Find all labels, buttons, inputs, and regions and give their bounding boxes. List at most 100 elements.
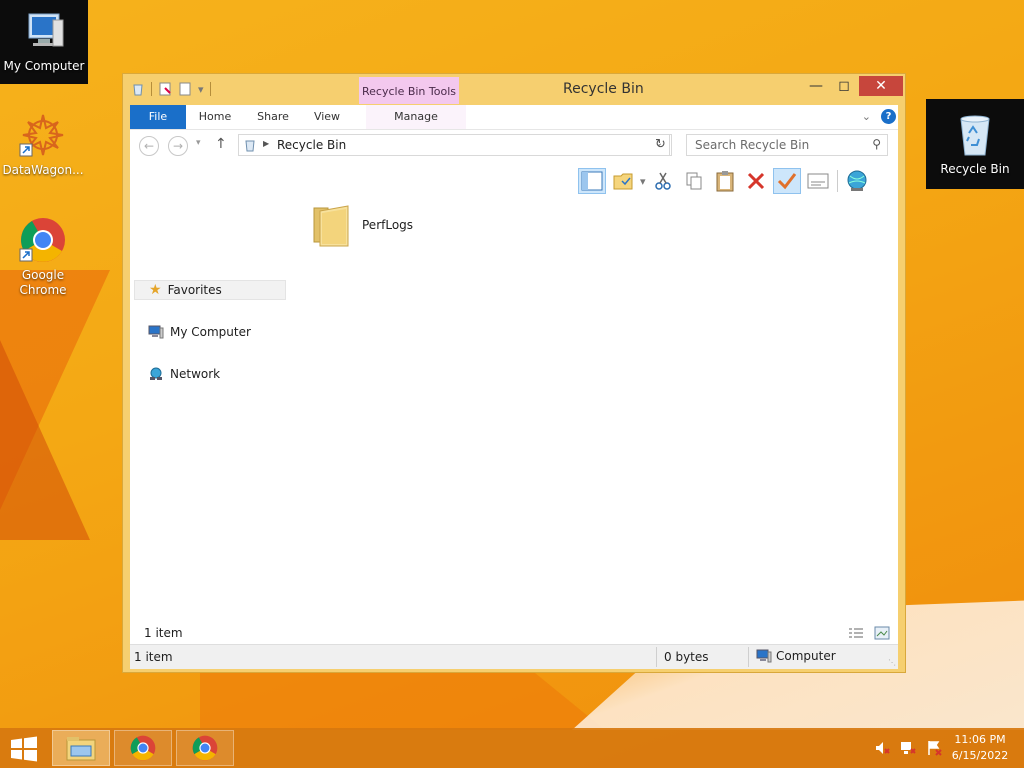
address-box[interactable]: ▶ Recycle Bin ⌄ <box>238 134 670 156</box>
desktop-icon-datawagon[interactable]: DataWagon... <box>0 110 86 178</box>
command-toolbar: ▾ <box>578 166 871 196</box>
toolbar-separator <box>836 170 838 192</box>
clipboard-icon <box>716 171 734 192</box>
copy-icon <box>686 172 702 190</box>
large-icons-view-icon[interactable] <box>874 626 890 640</box>
computer-icon <box>756 649 772 663</box>
file-item-perflogs[interactable]: PerfLogs <box>308 202 413 248</box>
window-title: Recycle Bin <box>563 81 644 97</box>
recycle-bin-small-icon[interactable] <box>131 82 145 96</box>
breadcrumb-chevron-icon[interactable]: ▶ <box>263 139 269 148</box>
new-folder-icon[interactable] <box>178 82 192 96</box>
folder-options-button[interactable] <box>609 168 637 194</box>
tab-view[interactable]: View <box>302 105 352 129</box>
desktop-icon-google-chrome[interactable]: Google Chrome <box>0 215 86 298</box>
chrome-icon <box>130 735 156 761</box>
folder-icon <box>313 205 349 247</box>
delete-button[interactable] <box>742 168 770 194</box>
tab-file[interactable]: File <box>130 105 186 129</box>
expand-ribbon-icon[interactable]: ⌄ <box>862 110 871 123</box>
nav-item-favorites[interactable]: ★ Favorites <box>134 280 286 300</box>
wallpaper-fold-dark <box>0 340 90 540</box>
taskbar-chrome-1[interactable] <box>114 730 172 766</box>
network-button[interactable] <box>843 168 871 194</box>
explorer-content: ← → ▾ ↑ ▶ Recycle Bin ⌄ ↻ ⚲ ▾ <box>130 130 898 669</box>
properties-button[interactable] <box>804 168 832 194</box>
taskbar-chrome-2[interactable] <box>176 730 234 766</box>
desktop-icon-label: Google Chrome <box>19 268 67 297</box>
qat-customize-icon[interactable]: ▾ <box>198 83 204 96</box>
ribbon-right-controls: ⌄ ? <box>862 109 896 124</box>
scissors-icon <box>654 172 671 190</box>
checkmark-icon <box>777 173 796 190</box>
up-button[interactable]: ↑ <box>215 136 227 152</box>
maximize-button[interactable]: ◻ <box>831 76 857 96</box>
network-status-icon[interactable] <box>900 740 916 756</box>
refresh-button[interactable]: ↻ <box>650 134 672 156</box>
status-bar: 1 item 0 bytes Computer ⋱ <box>130 644 898 669</box>
taskbar-file-explorer[interactable] <box>52 730 110 766</box>
qat-separator <box>209 82 211 96</box>
close-button[interactable]: ✕ <box>859 76 903 96</box>
cut-button[interactable] <box>649 168 677 194</box>
status-divider <box>656 647 657 667</box>
minimize-button[interactable]: — <box>803 76 829 96</box>
resize-grip-icon[interactable]: ⋱ <box>888 658 896 667</box>
folder-options-dropdown-icon[interactable]: ▾ <box>640 175 646 188</box>
copy-button[interactable] <box>680 168 708 194</box>
status-location: Computer <box>756 649 836 663</box>
nav-item-label: My Computer <box>170 325 251 339</box>
star-icon: ★ <box>149 282 162 298</box>
quick-access-toolbar: ▾ <box>131 82 211 96</box>
context-tab-recycle-bin-tools: Recycle Bin Tools <box>359 77 459 104</box>
clock-date: 6/15/2022 <box>951 749 1009 762</box>
recycle-bin-small-icon <box>245 140 255 152</box>
nav-item-my-computer[interactable]: My Computer <box>134 322 286 342</box>
details-view-icon[interactable] <box>848 626 864 640</box>
paste-button[interactable] <box>711 168 739 194</box>
back-button[interactable]: ← <box>139 136 159 156</box>
volume-muted-icon[interactable] <box>874 740 890 756</box>
title-bar[interactable]: ▾ Recycle Bin Tools Recycle Bin — ◻ ✕ <box>123 74 905 104</box>
nav-item-label: Network <box>170 367 221 381</box>
navigation-pane: ★ Favorites <box>130 206 300 626</box>
desktop-icon-label: Recycle Bin <box>940 162 1010 176</box>
forward-button[interactable]: → <box>168 136 188 156</box>
network-icon <box>150 367 162 380</box>
desktop-icon-label: My Computer <box>3 59 85 73</box>
help-icon[interactable]: ? <box>881 109 896 124</box>
recent-locations-icon[interactable]: ▾ <box>196 138 201 148</box>
preview-pane-button[interactable] <box>578 168 606 194</box>
desktop-icon-recycle-bin[interactable]: Recycle Bin <box>926 99 1024 189</box>
tab-manage[interactable]: Manage <box>366 105 466 129</box>
tab-share[interactable]: Share <box>248 105 298 129</box>
breadcrumb-recycle-bin[interactable]: Recycle Bin <box>277 138 346 152</box>
file-explorer-icon <box>66 737 96 761</box>
close-icon: ✕ <box>875 78 887 94</box>
nav-item-label: Favorites <box>167 283 222 297</box>
qat-separator <box>151 82 152 96</box>
delete-x-icon <box>747 172 764 190</box>
nav-item-network[interactable]: Network <box>134 364 286 384</box>
system-tray <box>874 740 942 756</box>
taskbar-clock[interactable]: 11:06 PM 6/15/2022 <box>944 732 1016 764</box>
status-location-label: Computer <box>776 649 836 663</box>
layout-pane-icon <box>581 171 603 191</box>
desktop-icon-label: DataWagon... <box>2 163 84 177</box>
search-box[interactable]: ⚲ <box>686 134 888 156</box>
start-button[interactable] <box>10 736 38 762</box>
desktop-icon-my-computer[interactable]: My Computer <box>0 0 88 84</box>
folder-check-icon <box>613 173 633 190</box>
file-name: PerfLogs <box>362 218 414 232</box>
tab-home[interactable]: Home <box>190 105 240 129</box>
search-icon[interactable]: ⚲ <box>872 137 881 151</box>
action-center-flag-icon[interactable] <box>926 740 942 756</box>
ribbon-tabs: File Home Share View Manage ⌄ ? <box>130 105 898 130</box>
clock-time: 11:06 PM <box>954 733 1006 746</box>
search-input[interactable] <box>693 137 857 153</box>
select-all-button[interactable] <box>772 168 801 194</box>
properties-icon[interactable] <box>158 82 172 96</box>
view-mode-buttons <box>848 626 890 640</box>
status-divider <box>748 647 749 667</box>
properties-icon <box>807 173 829 189</box>
